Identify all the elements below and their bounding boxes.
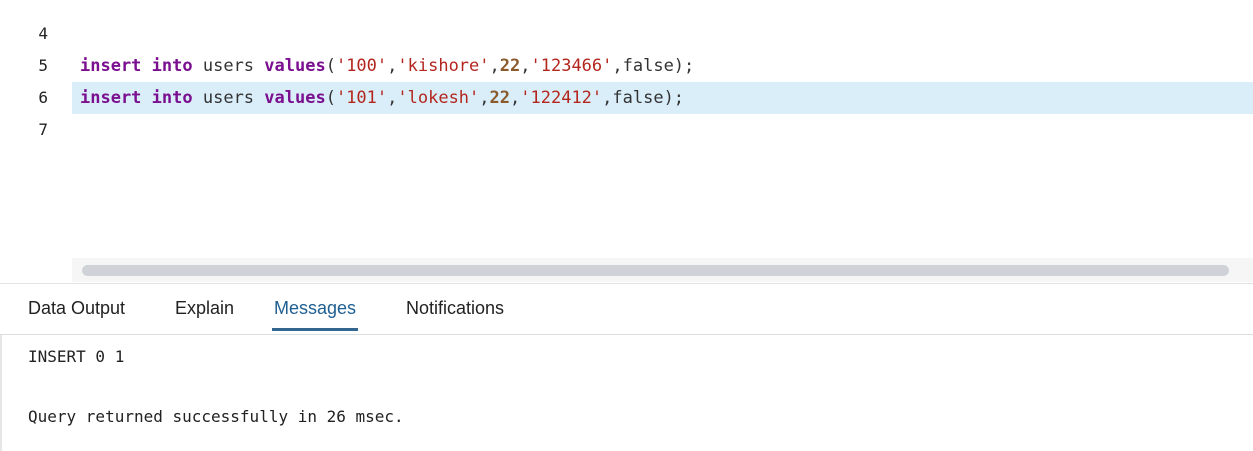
sql-text: , [520, 56, 531, 76]
sql-number: 22 [499, 56, 521, 76]
scrollbar-thumb[interactable] [82, 265, 1229, 276]
sql-text: , [510, 88, 521, 108]
sql-text: users [192, 88, 265, 108]
sql-text: ,false); [602, 88, 685, 108]
tab-label: Data Output [28, 298, 126, 318]
sql-keyword: insert [80, 56, 142, 76]
messages-panel: INSERT 0 1 Query returned successfully i… [0, 335, 1253, 451]
code-line[interactable] [72, 18, 1253, 50]
horizontal-scrollbar[interactable] [72, 258, 1253, 282]
sql-string: '123466' [530, 56, 613, 76]
sql-text: , [489, 56, 500, 76]
sql-string: '101' [335, 88, 388, 108]
line-number-gutter: 4 5 6 7 [0, 0, 72, 260]
sql-text: , [387, 88, 398, 108]
tab-notifications[interactable]: Notifications [406, 296, 504, 330]
sql-string: '100' [335, 56, 388, 76]
sql-editor[interactable]: 4 5 6 7 insert into users values('100','… [0, 0, 1253, 283]
sql-text: ( [325, 88, 336, 108]
code-line[interactable]: insert into users values('100','kishore'… [72, 50, 1253, 82]
active-tab-indicator [272, 328, 359, 331]
output-tabs: Data Output Explain Messages Notificatio… [0, 284, 1253, 335]
line-number: 7 [38, 120, 48, 139]
message-line: Query returned successfully in 26 msec. [28, 407, 404, 426]
sql-string: '122412' [520, 88, 603, 108]
sql-keyword: values [264, 56, 326, 76]
sql-text: users [192, 56, 265, 76]
tab-data-output[interactable]: Data Output [28, 296, 125, 330]
sql-string: 'kishore' [397, 56, 490, 76]
sql-string: 'lokesh' [397, 88, 480, 108]
sql-number: 22 [489, 88, 511, 108]
code-line[interactable]: insert into users values('101','lokesh',… [72, 82, 1253, 114]
line-number: 4 [38, 24, 48, 43]
code-line[interactable] [72, 114, 1253, 146]
code-area[interactable]: insert into users values('100','kishore'… [72, 0, 1253, 260]
sql-keyword: into [151, 88, 193, 108]
sql-keyword: insert [80, 88, 142, 108]
tab-label: Notifications [406, 298, 505, 318]
tab-explain[interactable]: Explain [175, 296, 234, 330]
sql-keyword: into [151, 56, 193, 76]
sql-text: , [387, 56, 398, 76]
line-number: 6 [38, 88, 48, 107]
line-number: 5 [38, 56, 48, 75]
tab-messages[interactable]: Messages [272, 296, 359, 331]
tab-label: Messages [274, 298, 357, 318]
message-line: INSERT 0 1 [28, 347, 125, 366]
sql-text: ( [325, 56, 336, 76]
sql-keyword: values [264, 88, 326, 108]
sql-text: , [479, 88, 490, 108]
sql-text: ,false); [612, 56, 695, 76]
tab-label: Explain [175, 298, 235, 318]
